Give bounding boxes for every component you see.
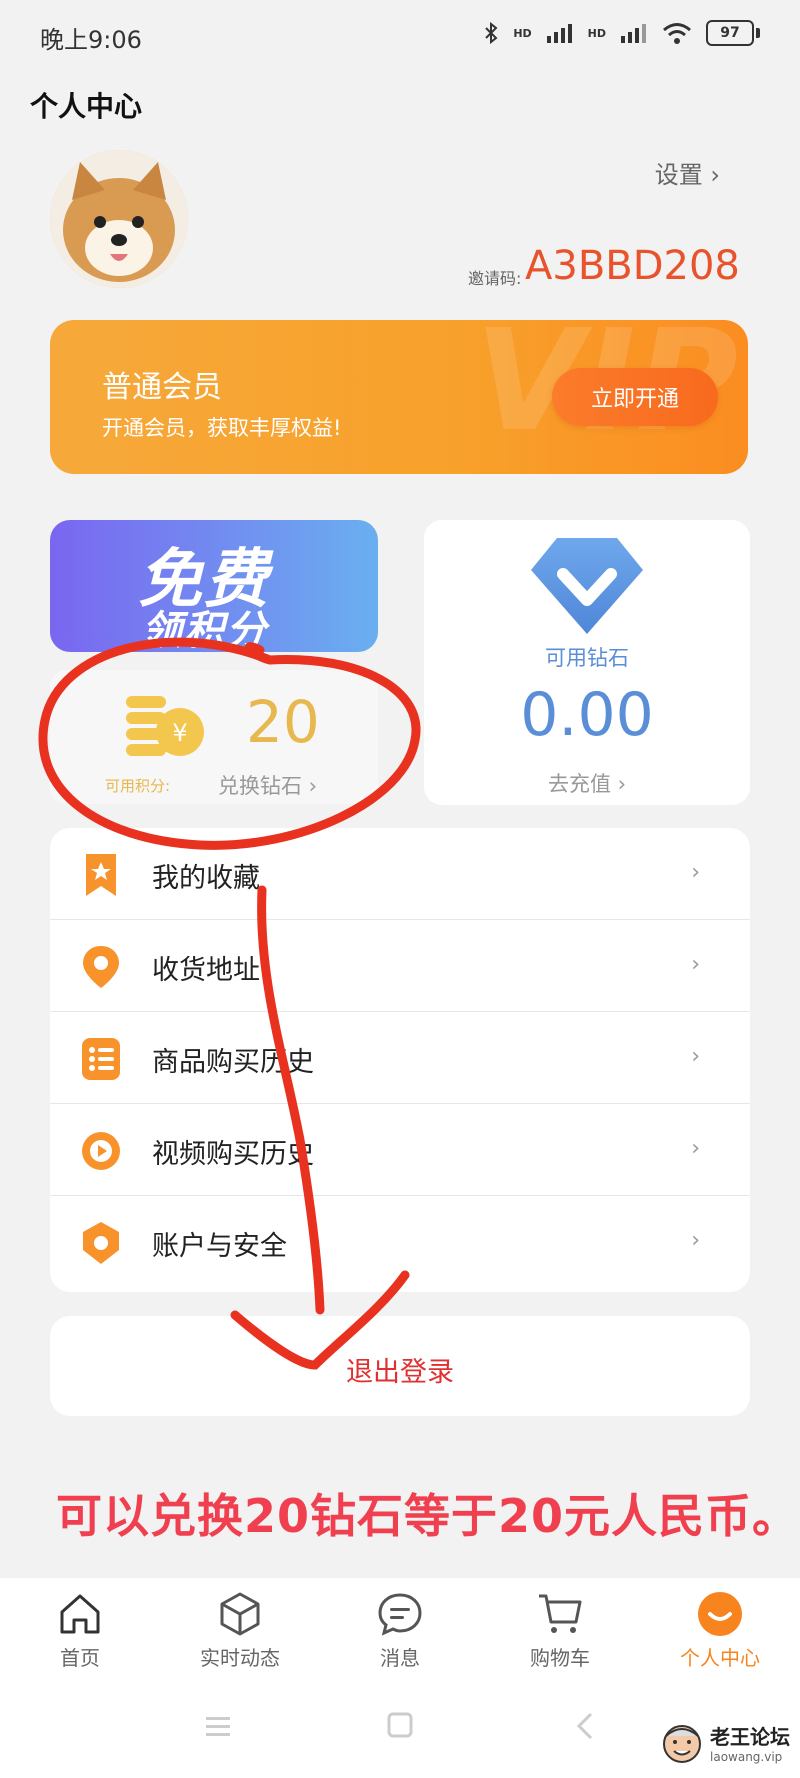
watermark-url: laowang.vip — [710, 1749, 783, 1764]
menu-item-favorites[interactable]: 我的收藏 › — [50, 828, 750, 920]
signal-icon — [546, 24, 572, 43]
menu-item-address[interactable]: 收货地址 › — [50, 920, 750, 1012]
menu-label: 我的收藏 — [152, 863, 260, 894]
home-icon — [60, 1594, 100, 1634]
location-pin-icon — [83, 946, 119, 988]
settings-link[interactable]: 设置 › — [655, 155, 720, 190]
points-card[interactable]: ¥ 20 可用积分: 兑换钻石 › — [50, 670, 378, 804]
tab-label: 首页 — [60, 1646, 100, 1670]
diamond-label: 可用钻石 — [545, 646, 629, 670]
diamond-icon — [531, 538, 643, 634]
diamond-card[interactable]: 可用钻石 0.00 去充值 › — [424, 520, 750, 805]
points-value: 20 — [246, 688, 320, 756]
play-icon — [82, 1132, 120, 1170]
status-icons: HD HD 97 — [483, 20, 760, 46]
bottom-tab-bar: 首页 实时动态 消息 购物车 个人中心 — [0, 1578, 800, 1678]
cube-icon — [220, 1592, 260, 1636]
shield-icon — [83, 1222, 119, 1264]
points-label: 可用积分: — [105, 777, 171, 795]
tab-profile[interactable]: 个人中心 — [660, 1590, 780, 1671]
menu-list: 我的收藏 › 收货地址 › 商品购买历史 › 视频购买历史 › 账户与安全 › — [50, 828, 750, 1292]
coin-stack-icon: ¥ — [126, 696, 204, 756]
grandpa-face-logo — [663, 1725, 701, 1763]
chevron-right-icon: › — [691, 860, 700, 885]
exchange-diamond-link[interactable]: 兑换钻石 › — [218, 770, 317, 800]
menu-label: 账户与安全 — [152, 1231, 287, 1262]
free-points-banner[interactable]: 免费 领积分 — [50, 520, 378, 652]
bluetooth-icon — [485, 21, 498, 45]
chevron-right-icon: › — [691, 952, 700, 977]
tab-label: 个人中心 — [680, 1646, 760, 1670]
menu-label: 视频购买历史 — [152, 1139, 314, 1170]
menu-item-account-security[interactable]: 账户与安全 › — [50, 1196, 750, 1288]
invite-code-label: 邀请码: — [468, 269, 522, 288]
signal-icon-2 — [621, 24, 646, 43]
tab-label: 实时动态 — [200, 1646, 280, 1670]
back-nav-icon[interactable] — [575, 1712, 595, 1740]
tab-cart[interactable]: 购物车 — [500, 1590, 620, 1671]
chevron-right-icon: › — [691, 1044, 700, 1069]
annotation-caption: 可以兑换20钻石等于20元人民币。 — [56, 1489, 800, 1543]
watermark-title: 老王论坛 — [710, 1724, 790, 1749]
tab-feed[interactable]: 实时动态 — [180, 1590, 300, 1671]
signal-hd-label-2: HD — [587, 26, 606, 40]
logout-label: 退出登录 — [346, 1357, 454, 1388]
menu-item-video-history[interactable]: 视频购买历史 › — [50, 1104, 750, 1196]
menu-label: 收货地址 — [152, 955, 260, 986]
chevron-right-icon: › — [691, 1136, 700, 1161]
tab-label: 消息 — [380, 1646, 420, 1670]
status-time: 晚上9:06 — [40, 26, 142, 54]
profile-smile-icon — [698, 1592, 742, 1636]
home-nav-icon[interactable] — [387, 1712, 413, 1738]
bookmark-icon — [86, 854, 116, 896]
dog-avatar-image — [50, 150, 188, 288]
list-icon — [82, 1038, 120, 1080]
tab-messages[interactable]: 消息 — [340, 1590, 460, 1671]
diamond-value: 0.00 — [520, 680, 654, 750]
free-banner-subtitle: 领积分 — [142, 608, 268, 652]
signal-hd-label-1: HD — [513, 26, 532, 40]
recharge-link[interactable]: 去充值 › — [424, 768, 750, 798]
tab-label: 购物车 — [530, 1646, 590, 1670]
tab-home[interactable]: 首页 — [20, 1590, 140, 1671]
chat-icon — [378, 1593, 422, 1636]
chevron-right-icon: › — [691, 1228, 700, 1253]
activate-vip-button[interactable]: 立即开通 — [552, 368, 718, 426]
logout-button[interactable]: 退出登录 — [50, 1316, 750, 1416]
wifi-icon — [663, 23, 691, 44]
page-title: 个人中心 — [30, 90, 143, 123]
avatar[interactable] — [50, 150, 188, 288]
menu-label: 商品购买历史 — [152, 1047, 314, 1078]
menu-nav-icon[interactable] — [205, 1714, 231, 1738]
battery-indicator: 97 — [706, 20, 754, 46]
cart-icon — [539, 1594, 582, 1633]
vip-membership-card[interactable]: VIP 普通会员 开通会员，获取丰厚权益! 立即开通 — [50, 320, 748, 474]
menu-item-product-history[interactable]: 商品购买历史 › — [50, 1012, 750, 1104]
vip-subtitle: 开通会员，获取丰厚权益! — [102, 416, 342, 440]
forum-watermark: 老王论坛 laowang.vip — [660, 1718, 790, 1766]
invite-code-value[interactable]: A3BBD208 — [525, 243, 740, 289]
vip-title: 普通会员 — [102, 370, 222, 405]
svg-text:¥: ¥ — [172, 719, 187, 747]
